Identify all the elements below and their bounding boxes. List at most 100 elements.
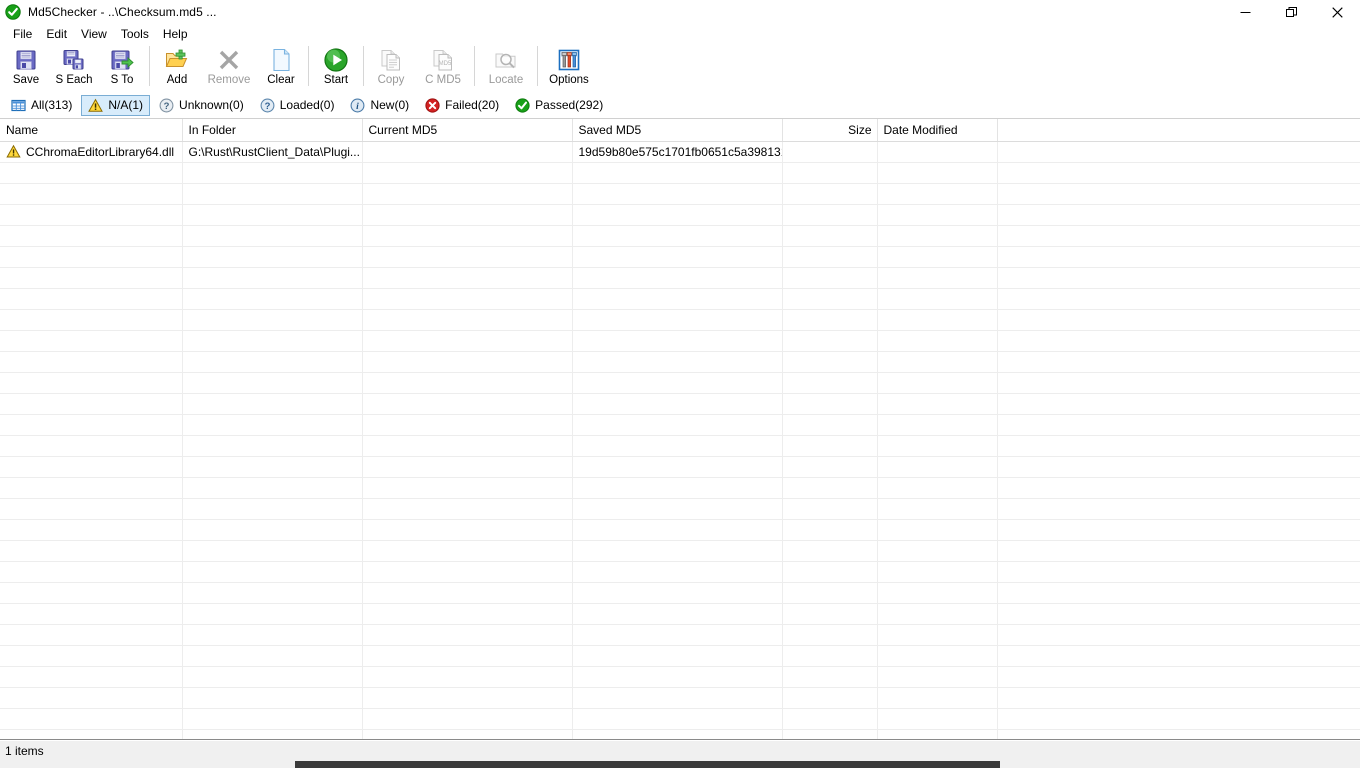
table-empty-cell — [782, 183, 878, 205]
table-empty-cell — [572, 582, 783, 604]
table-empty-cell — [0, 372, 183, 394]
table-body: CChromaEditorLibrary64.dll G:\Rust\RustC… — [0, 141, 1360, 163]
table-empty-cell — [362, 540, 573, 562]
table-empty-cell — [0, 204, 183, 226]
table-empty-row — [0, 246, 1360, 268]
table-empty-cell — [782, 729, 878, 739]
table-empty-cell — [877, 645, 998, 667]
minimize-button[interactable] — [1222, 0, 1268, 24]
warning-triangle-icon — [6, 144, 21, 159]
table-empty-cell — [572, 603, 783, 625]
menu-view[interactable]: View — [74, 25, 114, 43]
table-empty-cell — [572, 519, 783, 541]
filter-tab-strip: All(313) N/A(1) ? Unknown(0) ? Loaded(0)… — [0, 93, 1360, 118]
restore-icon — [1285, 6, 1297, 17]
save-to-button[interactable]: S To — [98, 44, 146, 90]
column-header-size[interactable]: Size — [782, 119, 878, 142]
horizontal-scrollbar-thumb[interactable] — [295, 761, 1000, 768]
table-empty-cell — [877, 204, 998, 226]
table-empty-cell — [877, 183, 998, 205]
menu-tools[interactable]: Tools — [114, 25, 156, 43]
menu-help[interactable]: Help — [156, 25, 195, 43]
table-empty-cell — [572, 498, 783, 520]
table-empty-cell — [997, 729, 1360, 739]
table-empty-cell — [782, 309, 878, 331]
tab-na[interactable]: N/A(1) — [81, 94, 151, 116]
table-empty-row — [0, 288, 1360, 310]
menu-file[interactable]: File — [6, 25, 39, 43]
svg-text:i: i — [357, 102, 360, 112]
file-list-area[interactable]: Name In Folder Current MD5 Saved MD5 Siz… — [0, 118, 1360, 740]
info-circle-icon: i — [350, 98, 365, 113]
table-empty-row — [0, 393, 1360, 415]
save-to-label: S To — [110, 74, 134, 86]
table-empty-cell — [997, 498, 1360, 520]
options-button[interactable]: Options — [541, 44, 597, 90]
clear-button[interactable]: Clear — [257, 44, 305, 90]
table-empty-row — [0, 687, 1360, 709]
table-empty-cell — [877, 561, 998, 583]
column-header-filler — [997, 119, 1360, 142]
tab-passed[interactable]: Passed(292) — [508, 95, 610, 116]
column-header-saved-md5[interactable]: Saved MD5 — [572, 119, 783, 142]
tab-failed-label: Failed(20) — [445, 98, 500, 112]
menu-edit[interactable]: Edit — [39, 25, 74, 43]
restore-button[interactable] — [1268, 0, 1314, 24]
table-empty-cell — [782, 624, 878, 646]
table-empty-cell — [782, 582, 878, 604]
table-empty-cell — [782, 225, 878, 247]
column-header-name[interactable]: Name — [0, 119, 183, 142]
table-empty-cell — [362, 582, 573, 604]
table-empty-cell — [997, 351, 1360, 373]
table-empty-cell — [997, 372, 1360, 394]
column-header-in-folder[interactable]: In Folder — [182, 119, 363, 142]
table-empty-cell — [182, 162, 363, 184]
table-empty-cell — [997, 267, 1360, 289]
table-empty-cell — [997, 288, 1360, 310]
save-each-button[interactable]: S Each — [50, 44, 98, 90]
save-button[interactable]: Save — [2, 44, 50, 90]
table-empty-cell — [362, 498, 573, 520]
table-empty-cell — [877, 519, 998, 541]
table-empty-cell — [182, 309, 363, 331]
table-empty-cell — [0, 603, 183, 625]
start-button[interactable]: Start — [312, 44, 360, 90]
table-empty-cell — [362, 246, 573, 268]
table-empty-cell — [182, 330, 363, 352]
table-empty-cell — [572, 162, 783, 184]
table-empty-cell — [362, 624, 573, 646]
column-header-current-md5[interactable]: Current MD5 — [362, 119, 573, 142]
tab-new[interactable]: i New(0) — [343, 95, 416, 116]
table-empty-cell — [782, 603, 878, 625]
table-row[interactable]: CChromaEditorLibrary64.dll G:\Rust\RustC… — [0, 141, 1360, 163]
table-empty-row — [0, 225, 1360, 247]
table-empty-cell — [877, 267, 998, 289]
table-empty-row — [0, 477, 1360, 499]
tab-failed[interactable]: Failed(20) — [418, 95, 506, 116]
tab-unknown[interactable]: ? Unknown(0) — [152, 95, 251, 116]
add-button[interactable]: Add — [153, 44, 201, 90]
table-empty-cell — [782, 330, 878, 352]
locate-magnifier-icon — [493, 47, 519, 73]
column-header-date-modified[interactable]: Date Modified — [877, 119, 998, 142]
tab-loaded[interactable]: ? Loaded(0) — [253, 95, 342, 116]
tab-unknown-label: Unknown(0) — [179, 98, 244, 112]
table-empty-cell — [572, 351, 783, 373]
add-label: Add — [166, 74, 188, 86]
table-empty-cell — [572, 246, 783, 268]
table-empty-row — [0, 204, 1360, 226]
close-button[interactable] — [1314, 0, 1360, 24]
table-empty-cell — [782, 561, 878, 583]
tab-all[interactable]: All(313) — [4, 95, 79, 116]
title-bar: Md5Checker - ..\Checksum.md5 ... — [0, 0, 1360, 24]
table-empty-cell — [182, 435, 363, 457]
blank-page-icon — [268, 47, 294, 73]
table-empty-cell — [182, 498, 363, 520]
table-empty-cell — [572, 288, 783, 310]
table-empty-cell — [362, 330, 573, 352]
table-empty-cell — [997, 645, 1360, 667]
horizontal-scrollbar[interactable] — [0, 761, 1360, 768]
table-empty-cell — [182, 477, 363, 499]
table-empty-cell — [782, 414, 878, 436]
table-empty-cell — [997, 204, 1360, 226]
